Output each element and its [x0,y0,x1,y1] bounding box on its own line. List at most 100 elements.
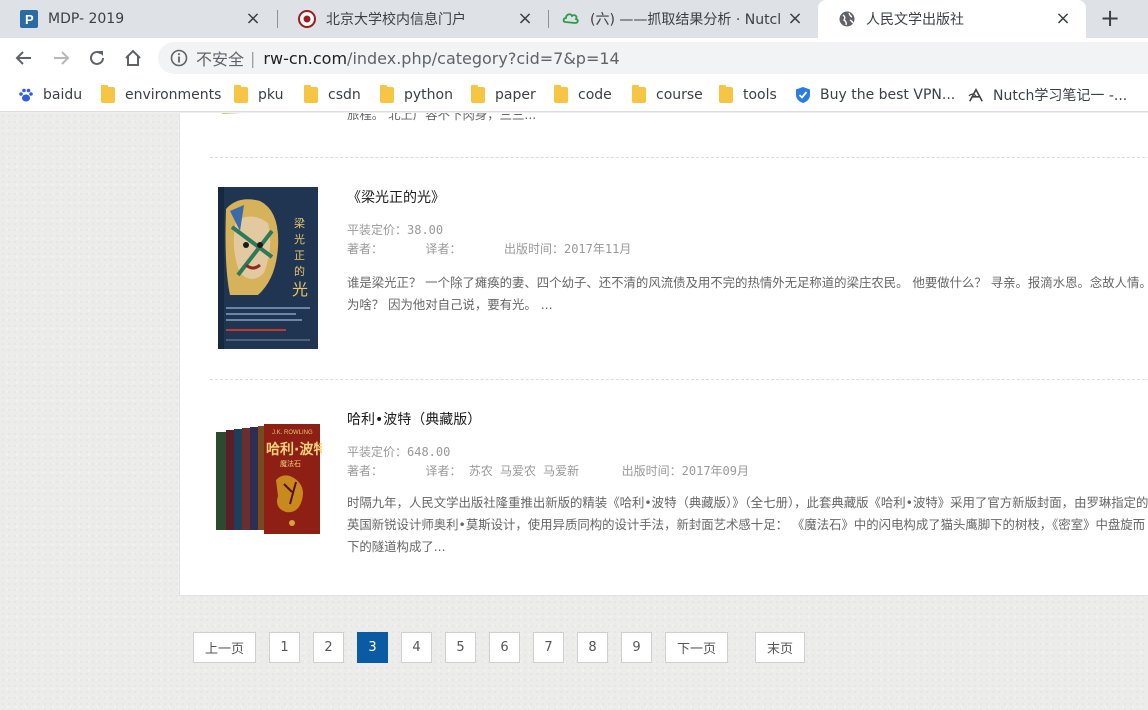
svg-text:哈利·波特: 哈利·波特 [266,441,322,458]
book-list-panel: 旅程。 北上广容不下肉身，三三... 梁 光 正 的 光 《梁光正的光》 平装定… [179,113,1148,596]
folder-icon [233,85,249,103]
book-cover-image: 梁 光 正 的 光 [218,187,318,349]
prev-page-button[interactable]: 上一页 [193,632,256,663]
tab-strip: P MDP- 2019 × 北京大学校内信息门户 × (六) ——抓取结果分析 … [0,0,1148,38]
page-viewport: 旅程。 北上广容不下肉身，三三... 梁 光 正 的 光 《梁光正的光》 平装定… [0,113,1148,710]
page-button-9[interactable]: 9 [621,632,652,663]
book-cover-previous[interactable] [222,113,320,120]
page-button-7[interactable]: 7 [533,632,564,663]
translator-label: 译者： [425,464,462,478]
folder-icon [303,85,319,103]
bookmark-code[interactable]: code [553,78,612,112]
address-host: rw-cn.com [263,48,348,68]
reload-button[interactable] [85,46,109,70]
translator-label: 译者： [425,242,462,256]
translator-value: 苏农 马爱农 马爱新 [468,464,580,478]
page-button-6[interactable]: 6 [489,632,520,663]
book-cover[interactable]: 梁 光 正 的 光 [218,187,318,349]
home-button[interactable] [121,46,145,70]
bookmark-csdn[interactable]: csdn [303,78,361,112]
author-label: 著者： [347,464,384,478]
book-description: 时隔九年，人民文学出版社隆重推出新版的精装《哈利•波特（典藏版）》（全七册），此… [347,495,1148,554]
bookmark-tools[interactable]: tools [718,78,777,112]
tab-title: 北京大学校内信息门户 [326,12,466,28]
browser-toolbar: 不安全 | rw-cn.com /index.php/category?cid=… [0,38,1148,78]
green-cloud-icon [562,10,580,28]
bookmark-baidu[interactable]: baidu [18,78,82,112]
book-cover[interactable]: J.K. ROWLING 哈利·波特 魔法石 [214,420,327,540]
close-tab-icon[interactable]: × [244,10,262,28]
next-page-button[interactable]: 下一页 [665,632,728,663]
tab-title: MDP- 2019 [48,11,125,27]
tab-nutch[interactable]: (六) ——抓取结果分析 · Nutcl × [542,0,818,38]
svg-text:J.K. ROWLING: J.K. ROWLING [272,430,313,436]
bookmark-nutch[interactable]: Nutch学习笔记一 -... [968,78,1127,112]
bookmark-python[interactable]: python [379,78,453,112]
svg-text:的: 的 [294,264,305,278]
folder-icon [631,85,647,103]
page-button-4[interactable]: 4 [401,632,432,663]
folder-icon [100,85,116,103]
bookmark-label: Nutch学习笔记一 -... [993,88,1128,104]
new-tab-button[interactable]: + [1098,6,1122,32]
security-status[interactable]: 不安全 [196,46,244,70]
close-tab-icon[interactable]: × [1054,10,1072,28]
book-title[interactable]: 《梁光正的光》 [347,187,445,207]
svg-text:正: 正 [294,249,305,262]
bookmark-label: course [656,87,703,103]
address-path: /index.php/category?cid=7&p=14 [347,48,620,68]
a-logo-icon [968,87,984,103]
forward-button[interactable] [49,46,73,70]
item-divider [210,379,1148,380]
reload-icon [90,50,104,65]
bookmark-label: environments [125,87,222,103]
svg-text:P: P [25,12,34,27]
folder-icon [379,85,395,103]
last-page-button[interactable]: 末页 [755,632,805,663]
publish-date: 出版时间：2017年09月 [621,464,750,478]
book-description-previous: 旅程。 北上广容不下肉身，三三... [347,113,537,122]
bookmark-pku[interactable]: pku [233,78,283,112]
tab-mdp[interactable]: P MDP- 2019 × [0,0,276,38]
page-button-current[interactable]: 3 [357,632,388,663]
pomodoro-p-icon: P [20,10,38,28]
tab-rw-cn[interactable]: 人民文学出版社 × [818,0,1086,38]
shield-icon [795,87,811,103]
globe-icon [838,10,856,28]
baidu-paw-icon [18,87,34,103]
pagination: 上一页 1 2 3 4 5 6 7 8 9 下一页 末页 [0,632,1148,663]
bookmark-label: baidu [43,87,83,103]
book-cover-image: J.K. ROWLING 哈利·波特 魔法石 [216,424,327,534]
svg-text:光: 光 [294,232,305,246]
bookmark-label: python [404,87,453,103]
book-title[interactable]: 哈利•波特（典藏版） [347,409,481,429]
close-tab-icon[interactable]: × [516,10,534,28]
book-description: 谁是梁光正？ 一个除了瘫痪的妻、四个幼子、还不清的风流债及用不完的热情外无足称道… [347,275,1148,312]
tab-title: (六) ——抓取结果分析 · Nutcl [590,12,782,28]
page-button-8[interactable]: 8 [577,632,608,663]
book-price: 平装定价：38.00 [347,223,444,237]
svg-text:梁: 梁 [294,216,305,230]
page-button-2[interactable]: 2 [313,632,344,663]
back-button[interactable] [12,46,36,70]
bookmark-course[interactable]: course [631,78,703,112]
tab-title: 人民文学出版社 [866,12,964,28]
pku-seal-icon [298,10,316,28]
page-button-5[interactable]: 5 [445,632,476,663]
bookmark-paper[interactable]: paper [470,78,536,112]
bookmark-label: tools [743,87,777,103]
info-icon[interactable] [170,49,188,67]
address-separator: | [250,48,256,68]
book-meta-line: 著者： 译者： 苏农 马爱农 马爱新 出版时间：2017年09月 [347,462,749,479]
page-button-1[interactable]: 1 [269,632,300,663]
address-bar[interactable]: 不安全 | rw-cn.com /index.php/category?cid=… [158,42,1148,74]
bookmark-label: code [578,87,612,103]
close-tab-icon[interactable]: × [786,10,804,28]
publish-date: 出版时间：2017年11月 [503,242,632,256]
bookmark-vpn[interactable]: Buy the best VPN... [795,78,955,112]
folder-icon [470,85,486,103]
tab-pku[interactable]: 北京大学校内信息门户 × [278,0,548,38]
book-price: 平装定价：648.00 [347,445,451,459]
bookmark-environments[interactable]: environments [100,78,221,112]
bookmark-label: csdn [328,87,361,103]
